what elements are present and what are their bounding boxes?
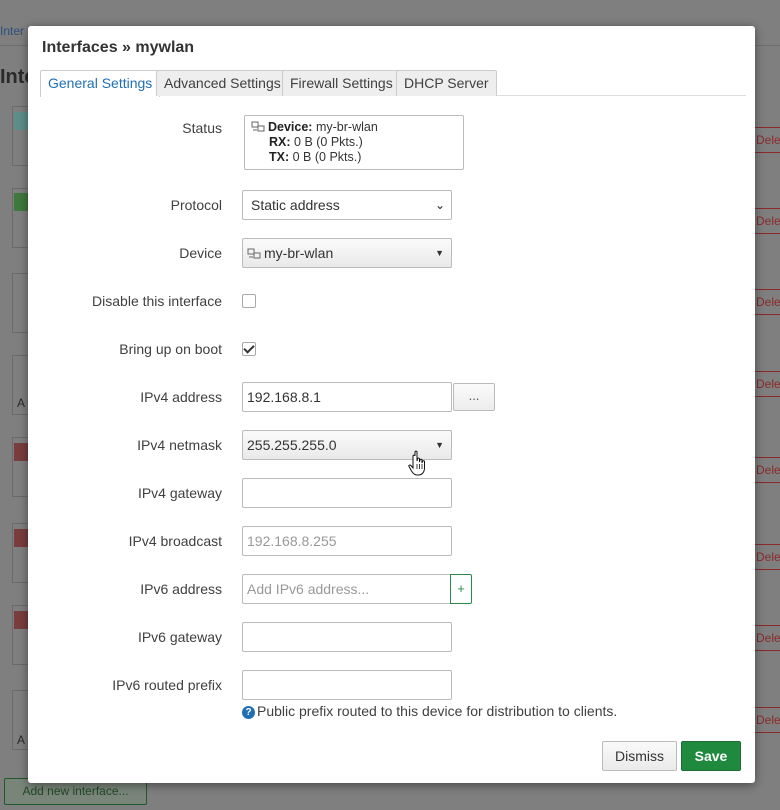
network-device-icon: [247, 248, 261, 259]
status-rx-value: 0 B (0 Pkts.): [294, 135, 363, 149]
status-device-value: my-br-wlan: [315, 120, 378, 134]
ipv4-netmask-label: IPv4 netmask: [137, 437, 222, 453]
tab-advanced-settings[interactable]: Advanced Settings: [156, 70, 289, 96]
ipv6-address-input[interactable]: Add IPv6 address...: [242, 574, 451, 604]
background-tag: [14, 193, 28, 211]
ipv6-gateway-input[interactable]: [242, 622, 452, 652]
background-delete-button: Delete: [752, 457, 780, 483]
background-delete-button: Delete: [752, 544, 780, 570]
ipv4-address-more-button[interactable]: ...: [453, 383, 495, 411]
interface-edit-modal: Interfaces » mywlan General Settings Adv…: [28, 26, 755, 783]
background-delete-button: Delete: [752, 289, 780, 315]
ipv6-address-label: IPv6 address: [140, 581, 222, 597]
status-rx-key: RX:: [269, 135, 291, 149]
caret-down-icon: ▼: [435, 248, 444, 258]
tab-firewall-settings[interactable]: Firewall Settings: [282, 70, 401, 96]
status-tx-key: TX:: [269, 150, 290, 164]
tab-dhcp-server[interactable]: DHCP Server: [396, 70, 497, 96]
background-tab: Inter: [0, 24, 25, 38]
background-tag: [14, 443, 28, 461]
caret-down-icon: ▼: [435, 440, 444, 450]
background-tag: [14, 529, 28, 547]
disable-interface-checkbox[interactable]: [242, 294, 256, 308]
status-device-key: Device:: [268, 120, 313, 134]
network-device-icon: [251, 121, 265, 132]
save-button[interactable]: Save: [681, 741, 741, 771]
ipv4-gateway-input[interactable]: [242, 478, 452, 508]
device-dropdown[interactable]: my-br-wlan ▼: [242, 238, 452, 268]
device-label: Device: [179, 245, 222, 261]
modal-title: Interfaces » mywlan: [42, 39, 195, 56]
ipv6-routed-prefix-help-text: Public prefix routed to this device for …: [257, 703, 618, 719]
background-delete-button: Delete: [752, 371, 780, 397]
hand-pointer-icon: [408, 450, 425, 476]
ipv6-gateway-label: IPv6 gateway: [137, 629, 222, 645]
bring-up-on-boot-label: Bring up on boot: [119, 341, 222, 357]
ipv6-routed-prefix-help: ? Public prefix routed to this device for…: [242, 703, 617, 719]
status-tx-value: 0 B (0 Pkts.): [292, 150, 362, 164]
ipv4-netmask-value: 255.255.255.0: [247, 437, 337, 453]
ipv6-routed-prefix-input[interactable]: [242, 670, 452, 700]
background-row-fragment: A: [17, 733, 26, 747]
ipv4-broadcast-label: IPv4 broadcast: [128, 533, 222, 549]
ipv4-broadcast-input[interactable]: 192.168.8.255: [242, 526, 452, 556]
dismiss-button[interactable]: Dismiss: [602, 741, 677, 771]
background-delete-button: Delete: [752, 707, 780, 733]
tab-general-settings[interactable]: General Settings: [40, 70, 161, 97]
chevron-down-icon: ⌄: [434, 198, 445, 212]
protocol-value: Static address: [251, 197, 340, 213]
background-tag: [14, 112, 28, 130]
background-delete-button: Delete: [752, 625, 780, 651]
disable-interface-label: Disable this interface: [92, 293, 222, 309]
status-label: Status: [182, 120, 222, 136]
modal-tabs: General Settings Advanced Settings Firew…: [40, 70, 746, 97]
device-value: my-br-wlan: [264, 245, 334, 261]
background-delete-button: Delete: [752, 127, 780, 153]
protocol-select[interactable]: Static address ⌄: [242, 190, 452, 220]
ipv4-gateway-label: IPv4 gateway: [137, 485, 222, 501]
ipv4-address-label: IPv4 address: [140, 389, 222, 405]
background-row-fragment: A: [17, 396, 26, 410]
ipv4-address-input[interactable]: 192.168.8.1: [242, 382, 452, 412]
protocol-label: Protocol: [170, 197, 222, 213]
bring-up-on-boot-checkbox[interactable]: [242, 342, 256, 356]
background-tag: [14, 611, 28, 629]
ipv6-routed-prefix-label: IPv6 routed prefix: [112, 677, 222, 693]
help-icon: ?: [242, 706, 255, 719]
background-delete-button: Delete: [752, 208, 780, 234]
add-ipv6-address-button[interactable]: +: [450, 574, 472, 604]
status-box: Device: my-br-wlan RX: 0 B (0 Pkts.) TX:…: [244, 115, 464, 170]
